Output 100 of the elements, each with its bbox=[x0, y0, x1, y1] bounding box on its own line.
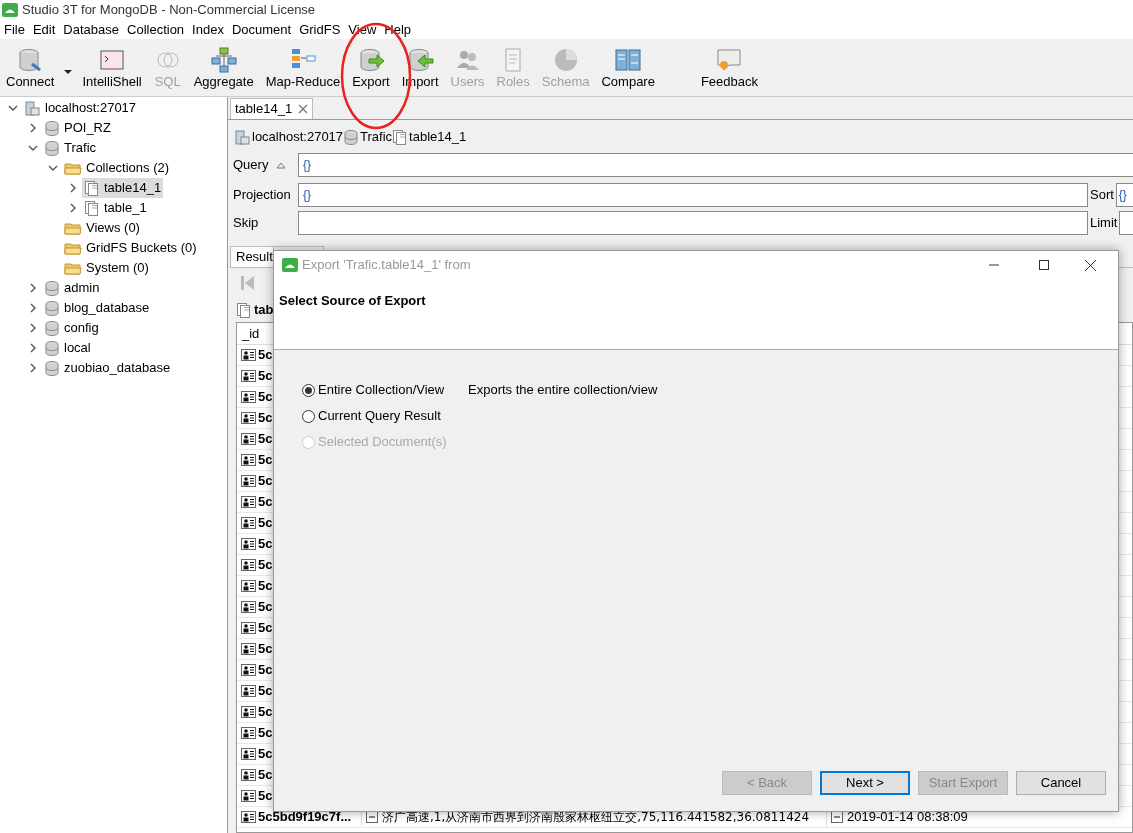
table-cell-text: 5c bbox=[258, 367, 273, 386]
document-icon bbox=[241, 475, 256, 487]
tree-item[interactable]: POI_RZ bbox=[42, 118, 113, 138]
document-icon bbox=[241, 622, 256, 634]
document-icon bbox=[241, 412, 256, 424]
database-icon bbox=[44, 299, 60, 317]
table-cell-text: 5c bbox=[258, 640, 273, 659]
tree-item[interactable]: blog_database bbox=[42, 298, 152, 318]
tree-item[interactable]: Trafic bbox=[42, 138, 99, 158]
expand-chevron-icon[interactable] bbox=[28, 283, 38, 293]
expand-chevron-icon[interactable] bbox=[28, 303, 38, 313]
database-icon bbox=[44, 319, 60, 337]
database-icon bbox=[44, 119, 60, 137]
table-cell-text: 5c bbox=[258, 451, 273, 470]
editor-tab[interactable]: table14_1 bbox=[230, 98, 314, 119]
tree-item[interactable]: config bbox=[42, 318, 101, 338]
menu-item[interactable]: Database bbox=[59, 19, 123, 40]
window-title: Studio 3T for MongoDB - Non-Commercial License bbox=[22, 1, 316, 20]
tree-item[interactable]: local bbox=[42, 338, 93, 358]
toolbar-button[interactable]: IntelliShell bbox=[76, 46, 148, 90]
input-field[interactable]: {} bbox=[1115, 183, 1133, 207]
tree-item[interactable]: Collections (2) bbox=[62, 158, 172, 178]
close-icon[interactable] bbox=[1085, 259, 1096, 271]
collapse-chevron-icon[interactable] bbox=[48, 163, 58, 173]
document-icon bbox=[241, 580, 256, 592]
tree-item[interactable]: GridFS Buckets (0) bbox=[62, 238, 199, 258]
app-logo-icon bbox=[2, 3, 18, 17]
tree-item[interactable]: zuobiao_database bbox=[42, 358, 173, 378]
caret-icon bbox=[64, 70, 73, 74]
option-label[interactable]: Current Query Result bbox=[318, 406, 441, 426]
field-label: Sort bbox=[1089, 186, 1115, 205]
collapse-chevron-icon[interactable] bbox=[8, 103, 18, 113]
collection-icon bbox=[84, 199, 100, 217]
toolbar-button[interactable]: Export bbox=[346, 46, 396, 90]
document-icon bbox=[241, 538, 256, 550]
menu-item[interactable]: Document bbox=[227, 19, 296, 40]
document-icon bbox=[241, 391, 256, 403]
toolbar-button[interactable]: Map-Reduce bbox=[259, 46, 347, 90]
input-field[interactable] bbox=[298, 211, 1088, 235]
document-icon bbox=[241, 706, 256, 718]
database-icon bbox=[44, 359, 60, 377]
option-label[interactable]: Entire Collection/View bbox=[318, 380, 445, 400]
tree-item[interactable]: table_1 bbox=[82, 198, 149, 218]
toolbar-button[interactable]: Aggregate bbox=[187, 46, 260, 90]
breadcrumb-item[interactable]: table14_1 bbox=[392, 127, 467, 147]
expand-chevron-icon[interactable] bbox=[28, 343, 38, 353]
dialog-button[interactable]: Next > bbox=[820, 771, 910, 795]
document-icon bbox=[241, 496, 256, 508]
close-icon bbox=[298, 104, 309, 114]
expand-chevron-icon[interactable] bbox=[68, 183, 78, 193]
expand-chevron-icon[interactable] bbox=[68, 203, 78, 213]
result-tab[interactable]: Result bbox=[230, 246, 274, 267]
input-field[interactable]: {} bbox=[298, 183, 1088, 207]
table-cell-text: 5c bbox=[258, 724, 273, 743]
table-cell-text: 5c bbox=[258, 766, 273, 785]
tree-item[interactable]: localhost:27017 bbox=[22, 98, 139, 118]
document-icon bbox=[241, 748, 256, 760]
table-cell-text: 5c bbox=[258, 577, 273, 596]
collapse-chevron-icon[interactable] bbox=[28, 143, 38, 153]
menu-item[interactable]: Index bbox=[188, 19, 228, 40]
breadcrumb-item[interactable]: Trafic bbox=[343, 127, 393, 147]
toolbar-button[interactable]: Feedback bbox=[694, 46, 764, 90]
tree-item[interactable]: Views (0) bbox=[62, 218, 142, 238]
database-import-icon bbox=[406, 46, 435, 74]
table-cell-text: 5c bbox=[258, 745, 273, 764]
breadcrumb-item[interactable]: localhost:27017 bbox=[234, 127, 344, 147]
menu-item[interactable]: Edit bbox=[28, 19, 60, 40]
folder-icon bbox=[64, 260, 82, 276]
menu-item[interactable]: Collection bbox=[123, 19, 189, 40]
compare-icon bbox=[614, 46, 643, 74]
table-cell-text: 5c bbox=[258, 535, 273, 554]
expand-chevron-icon[interactable] bbox=[28, 123, 38, 133]
table-cell-text: 5c bbox=[258, 682, 273, 701]
tree-item[interactable]: System (0) bbox=[62, 258, 151, 278]
app-logo-icon bbox=[282, 258, 298, 272]
tree-item[interactable]: table14_1 bbox=[82, 178, 164, 198]
toolbar-button[interactable]: Connect bbox=[0, 46, 77, 90]
table-cell-text: 5c bbox=[258, 493, 273, 512]
radio-button[interactable] bbox=[302, 409, 315, 423]
maximize-icon[interactable] bbox=[1039, 260, 1049, 270]
collection-name: tab bbox=[254, 301, 274, 320]
document-icon bbox=[241, 517, 256, 529]
expand-chevron-icon[interactable] bbox=[28, 323, 38, 333]
tree-item[interactable]: admin bbox=[42, 278, 102, 298]
folder-icon bbox=[64, 240, 82, 256]
menu-item[interactable]: File bbox=[0, 19, 29, 40]
document-icon bbox=[241, 643, 256, 655]
dialog-title: Export 'Trafic.table14_1' from bbox=[302, 256, 472, 275]
expand-chevron-icon[interactable] bbox=[28, 363, 38, 373]
document-icon bbox=[241, 664, 256, 676]
database-icon bbox=[44, 339, 60, 357]
dialog-button[interactable]: Cancel bbox=[1016, 771, 1106, 795]
table-cell-text: 5c bbox=[258, 514, 273, 533]
input-field[interactable]: {} bbox=[298, 153, 1133, 177]
radio-button[interactable] bbox=[302, 383, 315, 397]
hierarchy-icon bbox=[209, 46, 238, 74]
toolbar-button[interactable]: Compare bbox=[595, 46, 661, 90]
table-cell-text: 5c bbox=[258, 787, 273, 806]
input-field[interactable] bbox=[1119, 211, 1133, 235]
menu-item[interactable]: GridFS bbox=[295, 19, 345, 40]
